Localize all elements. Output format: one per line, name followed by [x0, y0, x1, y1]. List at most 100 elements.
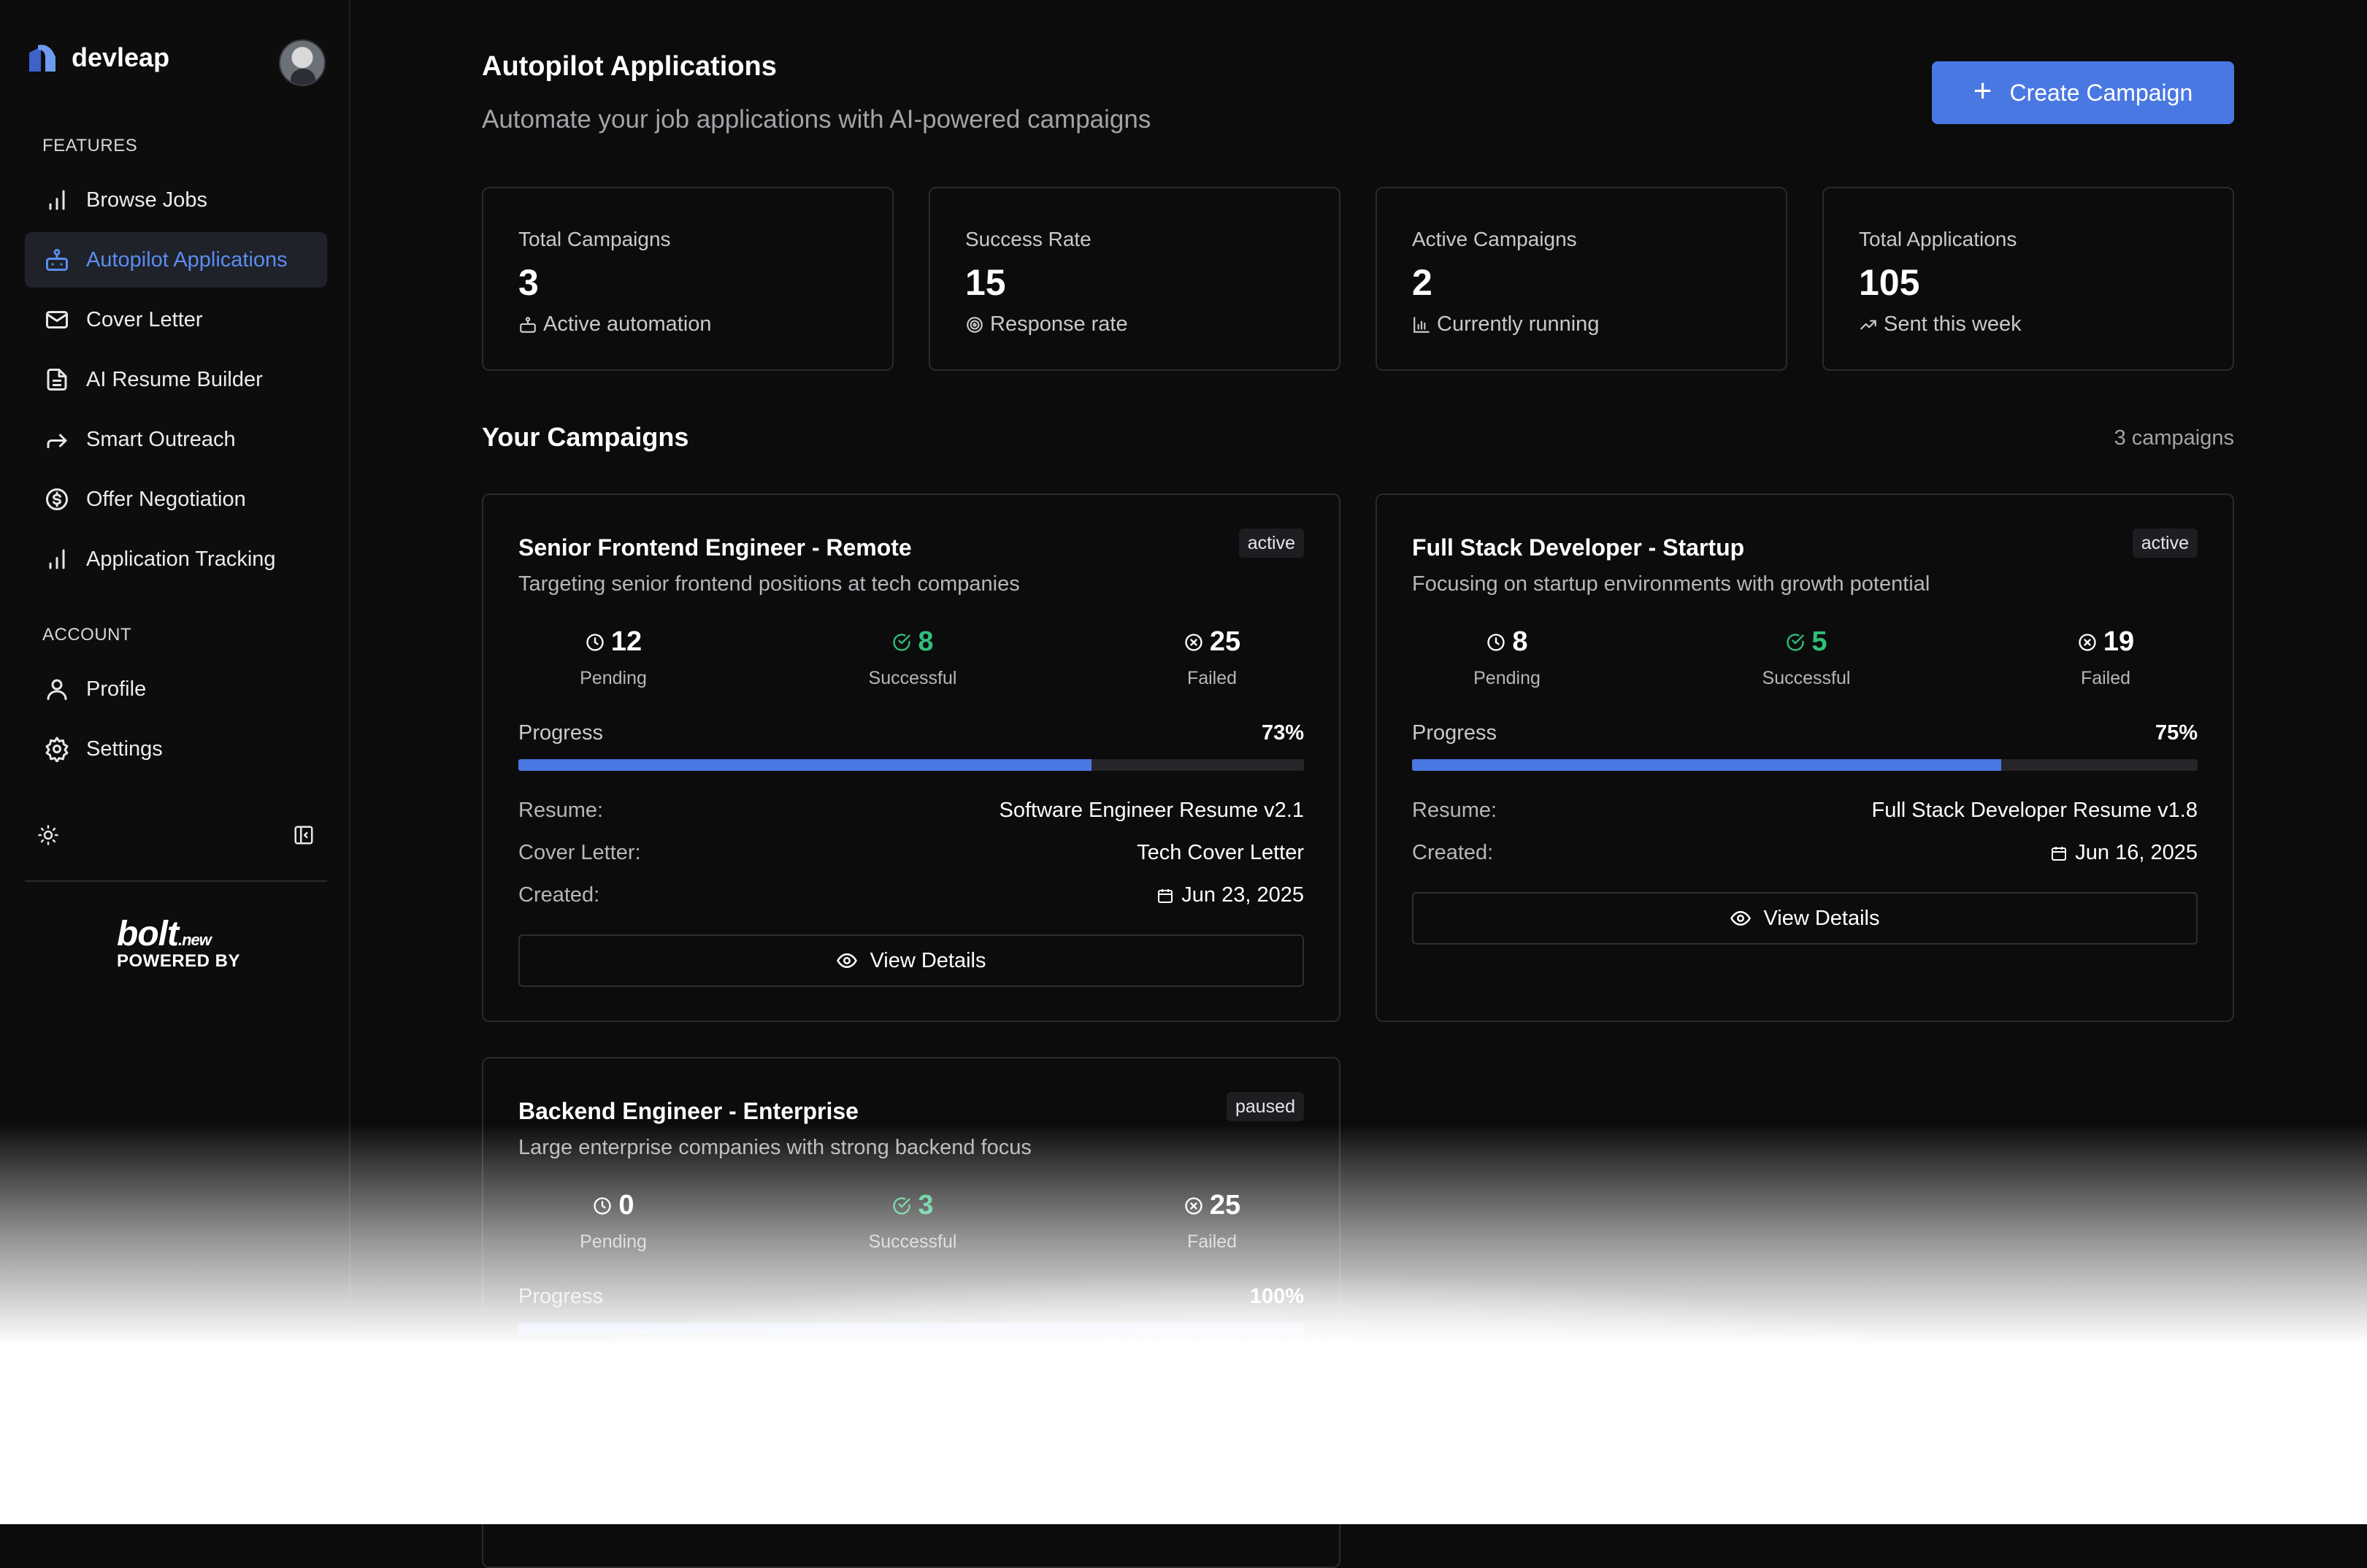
avatar[interactable]: [279, 39, 326, 86]
x-circle-icon: [1185, 1196, 1202, 1215]
status-badge: active: [2132, 529, 2198, 558]
pending-value: 0: [618, 1190, 634, 1221]
progress-percent: 73%: [1261, 721, 1304, 745]
calendar-icon: [2052, 846, 2067, 861]
view-details-button[interactable]: View Details: [1412, 892, 2198, 945]
sidebar: devleap FEATURES Browse Jobs Autopilot A…: [0, 0, 350, 1524]
sidebar-item-label: AI Resume Builder: [86, 367, 263, 391]
calendar-icon: [1158, 888, 1173, 903]
sidebar-item-label: Offer Negotiation: [86, 487, 246, 511]
successful-value: 3: [918, 1190, 934, 1221]
trending-up-icon: [1860, 320, 1876, 329]
campaign-card-senior-frontend[interactable]: Senior Frontend Engineer - Remote active…: [482, 493, 1340, 1022]
create-campaign-button[interactable]: + Create Campaign: [1932, 61, 2234, 124]
gear-icon: [42, 734, 72, 764]
bolt-logo: bolt.new: [117, 915, 212, 953]
successful-label: Successful: [868, 1231, 957, 1252]
campaigns-heading: Your Campaigns: [482, 422, 689, 452]
features-section-title: FEATURES: [42, 136, 138, 155]
sidebar-item-label: Browse Jobs: [86, 188, 208, 212]
progress-label: Progress: [518, 721, 604, 745]
resume-key: Resume:: [518, 799, 604, 822]
sidebar-item-label: Application Tracking: [86, 547, 276, 571]
progress-bar: [518, 1323, 1304, 1334]
campaign-description: Targeting senior frontend positions at t…: [518, 572, 1020, 596]
created-value: Jun 16, 2025: [2050, 841, 2198, 865]
progress-label: Progress: [1412, 721, 1497, 745]
plus-icon: +: [1973, 73, 1992, 109]
progress-percent: 100%: [1249, 1285, 1304, 1308]
resume-value: Software Engineer Resume v2.1: [999, 799, 1305, 822]
pending-stat: 12 Pending: [518, 626, 708, 689]
bar-chart-icon: [42, 545, 72, 574]
campaign-title: Senior Frontend Engineer - Remote: [518, 534, 912, 561]
campaign-title: Backend Engineer - Enterprise: [518, 1098, 859, 1124]
created-key: Created:: [1412, 841, 1494, 864]
robot-icon: [520, 316, 536, 333]
failed-stat: 25 Failed: [1117, 626, 1307, 689]
campaign-card-full-stack[interactable]: Full Stack Developer - Startup active Fo…: [1376, 493, 2234, 1022]
pending-value: 12: [610, 626, 642, 657]
bar-chart-icon: [42, 185, 72, 215]
successful-label: Successful: [868, 668, 957, 688]
progress-bar: [518, 759, 1304, 771]
status-badge: active: [1238, 529, 1304, 558]
devleap-logo-icon: [29, 45, 55, 72]
stat-label: Total Campaigns: [518, 228, 671, 250]
sidebar-item-settings[interactable]: Settings: [25, 721, 327, 777]
sidebar-item-browse-jobs[interactable]: Browse Jobs: [25, 172, 327, 228]
failed-stat: 25 Failed: [1117, 1190, 1307, 1253]
campaign-card-backend-enterprise[interactable]: Backend Engineer - Enterprise paused Lar…: [482, 1057, 1340, 1568]
pending-stat: 8 Pending: [1412, 626, 1602, 689]
campaign-title: Full Stack Developer - Startup: [1412, 534, 1745, 561]
powered-by-bolt[interactable]: bolt.new POWERED BY: [117, 914, 240, 972]
created-key: Created:: [518, 883, 600, 907]
sidebar-item-label: Settings: [86, 737, 163, 761]
account-section-title: ACCOUNT: [42, 625, 132, 645]
target-icon: [967, 316, 983, 333]
sidebar-item-label: Profile: [86, 677, 147, 701]
stat-card-success-rate: Success Rate 15 Response rate: [929, 187, 1340, 371]
progress-bar-fill: [1412, 759, 2001, 771]
campaign-description: Large enterprise companies with strong b…: [518, 1136, 1032, 1159]
successful-value: 5: [1811, 626, 1827, 657]
progress-percent: 75%: [2155, 721, 2198, 745]
clock-icon: [1487, 633, 1505, 651]
stat-foot: Active automation: [518, 312, 712, 337]
collapse-sidebar-icon[interactable]: [289, 820, 318, 850]
failed-label: Failed: [2080, 668, 2131, 688]
brand-name: devleap: [72, 42, 170, 72]
user-icon: [42, 675, 72, 704]
sidebar-item-ai-resume-builder[interactable]: AI Resume Builder: [25, 352, 327, 407]
view-details-button[interactable]: View Details: [518, 934, 1304, 987]
failed-stat: 19 Failed: [2011, 626, 2201, 689]
stat-card-total-campaigns: Total Campaigns 3 Active automation: [482, 187, 894, 371]
sidebar-item-smart-outreach[interactable]: Smart Outreach: [25, 412, 327, 467]
stat-card-total-applications: Total Applications 105 Sent this week: [1822, 187, 2234, 371]
sidebar-item-autopilot-applications[interactable]: Autopilot Applications: [25, 232, 327, 288]
sidebar-item-profile[interactable]: Profile: [25, 661, 327, 717]
stat-label: Success Rate: [965, 228, 1092, 250]
stat-foot: Currently running: [1412, 312, 1599, 337]
resume-row: Resume: Full Stack Developer Resume v1.8: [1412, 799, 2198, 823]
sidebar-item-offer-negotiation[interactable]: Offer Negotiation: [25, 472, 327, 527]
theme-toggle-sun-icon[interactable]: [34, 820, 63, 850]
dollar-circle-icon: [42, 485, 72, 514]
successful-label: Successful: [1762, 668, 1851, 688]
check-circle-icon: [893, 1196, 911, 1215]
progress-bar-fill: [518, 1323, 1304, 1334]
eye-icon: [1730, 910, 1752, 926]
pending-stat: 0 Pending: [518, 1190, 708, 1253]
sidebar-item-cover-letter[interactable]: Cover Letter: [25, 292, 327, 347]
robot-icon: [42, 245, 72, 274]
stat-label: Active Campaigns: [1412, 228, 1577, 250]
campaign-description: Focusing on startup environments with gr…: [1412, 572, 1930, 596]
sidebar-item-label: Cover Letter: [86, 307, 203, 331]
cover-letter-key: Cover Letter:: [518, 841, 641, 864]
brand[interactable]: devleap: [25, 39, 169, 76]
sidebar-item-application-tracking[interactable]: Application Tracking: [25, 531, 327, 587]
powered-by-caption: POWERED BY: [117, 951, 241, 971]
document-icon: [42, 365, 72, 394]
mail-icon: [42, 305, 72, 334]
clock-icon: [586, 633, 604, 651]
